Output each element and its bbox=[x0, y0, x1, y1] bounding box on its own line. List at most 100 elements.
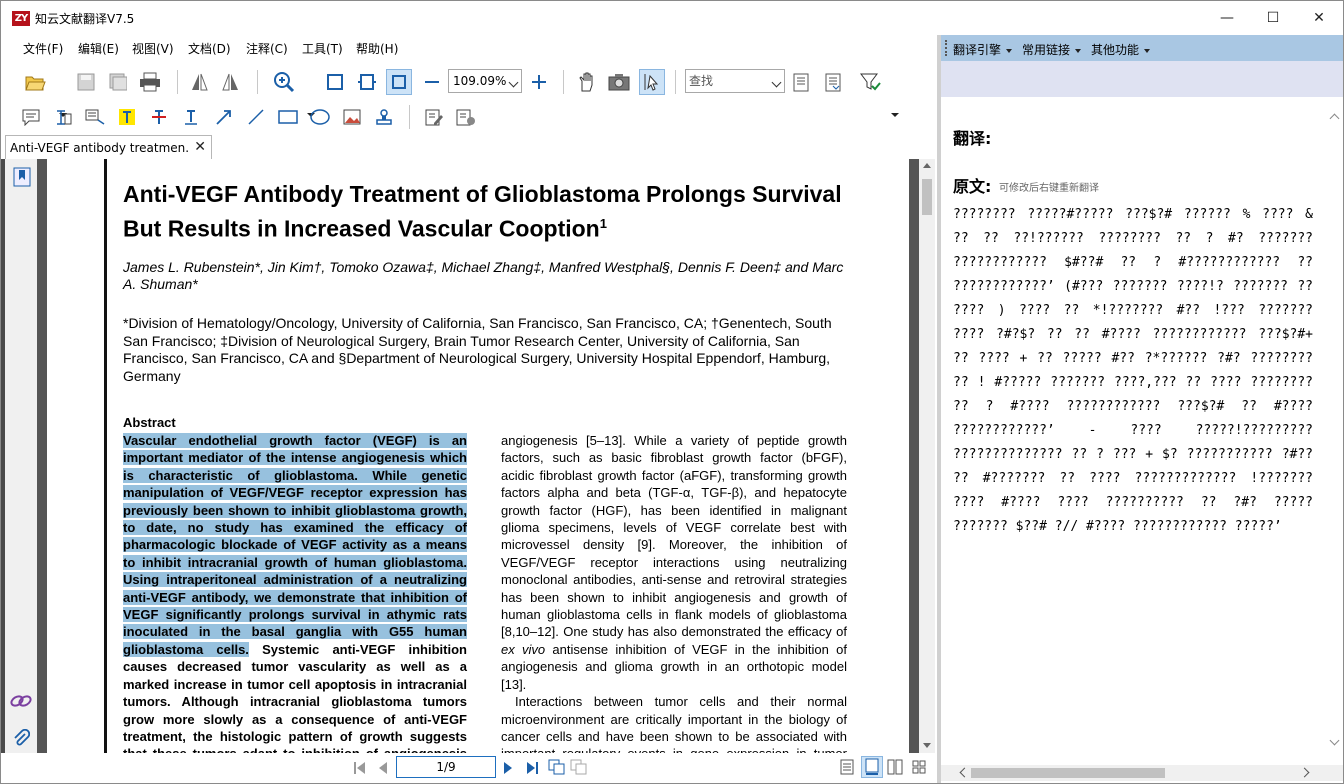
right-column-paragraph-1: angiogenesis [5–13]. While a variety of … bbox=[501, 433, 847, 640]
save-icon[interactable] bbox=[73, 69, 99, 95]
underline-text-icon[interactable] bbox=[178, 104, 204, 130]
bookmark-icon[interactable] bbox=[13, 167, 31, 190]
last-page-icon[interactable] bbox=[525, 760, 539, 779]
close-tab-icon[interactable]: ✕ bbox=[194, 139, 206, 155]
close-window-button[interactable]: ✕ bbox=[1296, 1, 1342, 35]
scroll-down-icon[interactable] bbox=[923, 743, 931, 748]
translation-horizontal-scrollbar[interactable] bbox=[941, 765, 1343, 781]
side-panel-strip bbox=[5, 159, 37, 753]
rotate-right-icon[interactable] bbox=[218, 69, 244, 95]
open-folder-icon[interactable] bbox=[22, 69, 48, 95]
menu-tools[interactable]: 工具(T) bbox=[302, 40, 343, 57]
right-column-paragraph-1-end: antisense inhibition of VEGF in the inhi… bbox=[501, 641, 847, 692]
translation-content: 翻译: 原文: 可修改后右键重新翻译 ???????? ?????#????? … bbox=[941, 97, 1327, 765]
zoom-plus-icon[interactable] bbox=[526, 69, 552, 95]
right-column-text: angiogenesis [5–13]. While a variety of … bbox=[501, 432, 847, 753]
select-text-icon[interactable] bbox=[639, 69, 665, 95]
scroll-left-icon[interactable] bbox=[959, 767, 970, 778]
menu-translation-engine[interactable]: 翻译引擎 bbox=[953, 41, 1013, 58]
zoom-level-select[interactable]: 109.09% bbox=[448, 69, 522, 93]
pdf-page[interactable]: Anti-VEGF Antibody Treatment of Glioblas… bbox=[47, 159, 909, 753]
menu-bar: 文件(F) 编辑(E) 视图(V) 文档(D) 注释(C) 工具(T) 帮助(H… bbox=[1, 35, 935, 61]
find-next-icon[interactable] bbox=[820, 69, 846, 95]
zoom-out-icon[interactable] bbox=[419, 69, 445, 95]
abstract-highlighted-text[interactable]: Vascular endothelial growth factor (VEGF… bbox=[123, 433, 467, 657]
link-chain-icon[interactable] bbox=[10, 693, 32, 712]
menu-common-links[interactable]: 常用链接 bbox=[1022, 41, 1082, 58]
document-vertical-scrollbar[interactable] bbox=[919, 159, 935, 753]
previous-page-icon[interactable] bbox=[377, 760, 389, 779]
find-previous-icon[interactable] bbox=[788, 69, 814, 95]
page-number-input[interactable]: 1/9 bbox=[396, 756, 496, 778]
arrow-tool-icon[interactable] bbox=[211, 104, 237, 130]
right-column-paragraph-2: Interactions between tumor cells and the… bbox=[501, 694, 847, 753]
page-margin-rule bbox=[104, 159, 107, 753]
menu-annotation[interactable]: 注释(C) bbox=[246, 40, 288, 57]
find-select[interactable]: 查找 bbox=[685, 69, 785, 93]
image-stamp-icon[interactable] bbox=[339, 104, 365, 130]
menu-file[interactable]: 文件(F) bbox=[23, 40, 63, 57]
scroll-up-icon[interactable] bbox=[923, 163, 931, 168]
print-icon[interactable] bbox=[137, 69, 163, 95]
translation-toolbar: 翻译引擎 常用链接 其他功能 bbox=[941, 35, 1343, 61]
translation-vertical-scrollbar[interactable] bbox=[1327, 97, 1343, 765]
scroll-down-icon[interactable] bbox=[1329, 735, 1340, 746]
continuous-view-icon[interactable] bbox=[861, 756, 883, 778]
menu-other-functions[interactable]: 其他功能 bbox=[1091, 41, 1151, 58]
scroll-right-icon[interactable] bbox=[1299, 767, 1310, 778]
manage-annotations-icon[interactable] bbox=[453, 104, 479, 130]
original-text-hint: 可修改后右键重新翻译 bbox=[999, 183, 1099, 194]
ellipse-tool-icon[interactable] bbox=[307, 104, 333, 130]
previous-view-icon[interactable] bbox=[548, 759, 566, 778]
hand-tool-icon[interactable] bbox=[574, 69, 600, 95]
scroll-up-icon[interactable] bbox=[1329, 113, 1340, 124]
attachment-clip-icon[interactable] bbox=[12, 728, 31, 752]
edit-form-icon[interactable] bbox=[421, 104, 447, 130]
strikeout-text-icon[interactable] bbox=[146, 104, 172, 130]
rectangle-tool-icon[interactable] bbox=[275, 104, 301, 130]
text-box-icon[interactable] bbox=[50, 104, 76, 130]
menu-translation-engine-label: 翻译引擎 bbox=[953, 43, 1002, 57]
original-text-area[interactable]: ???????? ?????#????? ???$?# ?????? % ???… bbox=[953, 203, 1313, 539]
next-page-icon[interactable] bbox=[502, 760, 514, 779]
paper-authors: James L. Rubenstein*, Jin Kim†, Tomoko O… bbox=[123, 259, 844, 292]
menu-document[interactable]: 文档(D) bbox=[188, 40, 231, 57]
next-view-icon[interactable] bbox=[570, 759, 588, 778]
snapshot-camera-icon[interactable] bbox=[606, 69, 632, 95]
zoom-in-icon[interactable] bbox=[271, 69, 297, 95]
translation-pane: 翻译引擎 常用链接 其他功能 翻译: 原文: 可修改后右键重新翻译 ??????… bbox=[937, 35, 1343, 783]
title-bar: ZY 知云文献翻译V7.5 — ☐ ✕ bbox=[1, 1, 1343, 35]
save-as-icon[interactable] bbox=[105, 69, 131, 95]
document-tab-bar: Anti-VEGF antibody treatmen... ✕ bbox=[1, 133, 935, 160]
first-page-icon[interactable] bbox=[353, 760, 367, 779]
single-page-view-icon[interactable] bbox=[839, 759, 855, 778]
continuous-facing-view-icon[interactable] bbox=[911, 759, 927, 778]
abstract-heading: Abstract bbox=[123, 415, 176, 430]
minimize-button[interactable]: — bbox=[1204, 1, 1250, 35]
chevron-down-icon bbox=[1006, 48, 1013, 53]
line-tool-icon[interactable] bbox=[243, 104, 269, 130]
callout-icon[interactable] bbox=[82, 104, 108, 130]
horizontal-scroll-thumb[interactable] bbox=[971, 768, 1165, 778]
chevron-down-icon bbox=[771, 77, 782, 88]
app-window: ZY 知云文献翻译V7.5 — ☐ ✕ 文件(F) 编辑(E) 视图(V) 文档… bbox=[0, 0, 1344, 784]
menu-common-links-label: 常用链接 bbox=[1022, 43, 1071, 57]
menu-help[interactable]: 帮助(H) bbox=[356, 40, 398, 57]
facing-view-icon[interactable] bbox=[887, 759, 903, 778]
menu-view[interactable]: 视图(V) bbox=[132, 40, 174, 57]
menu-edit[interactable]: 编辑(E) bbox=[78, 40, 119, 57]
fit-width-icon[interactable] bbox=[354, 69, 380, 95]
maximize-button[interactable]: ☐ bbox=[1250, 1, 1296, 35]
fit-page-icon[interactable] bbox=[322, 69, 348, 95]
chevron-down-icon bbox=[1144, 48, 1151, 53]
filter-icon[interactable] bbox=[857, 69, 883, 95]
highlight-text-icon[interactable] bbox=[114, 104, 140, 130]
tab-document[interactable]: Anti-VEGF antibody treatmen... ✕ bbox=[5, 135, 212, 160]
actual-size-icon[interactable] bbox=[386, 69, 412, 95]
stamp-icon[interactable] bbox=[371, 104, 397, 130]
chevron-down-icon bbox=[1075, 48, 1082, 53]
note-comment-icon[interactable] bbox=[18, 104, 44, 130]
paper-title-line1: Anti-VEGF Antibody Treatment of Glioblas… bbox=[123, 181, 842, 207]
rotate-left-icon[interactable] bbox=[186, 69, 212, 95]
scroll-thumb[interactable] bbox=[922, 179, 932, 215]
